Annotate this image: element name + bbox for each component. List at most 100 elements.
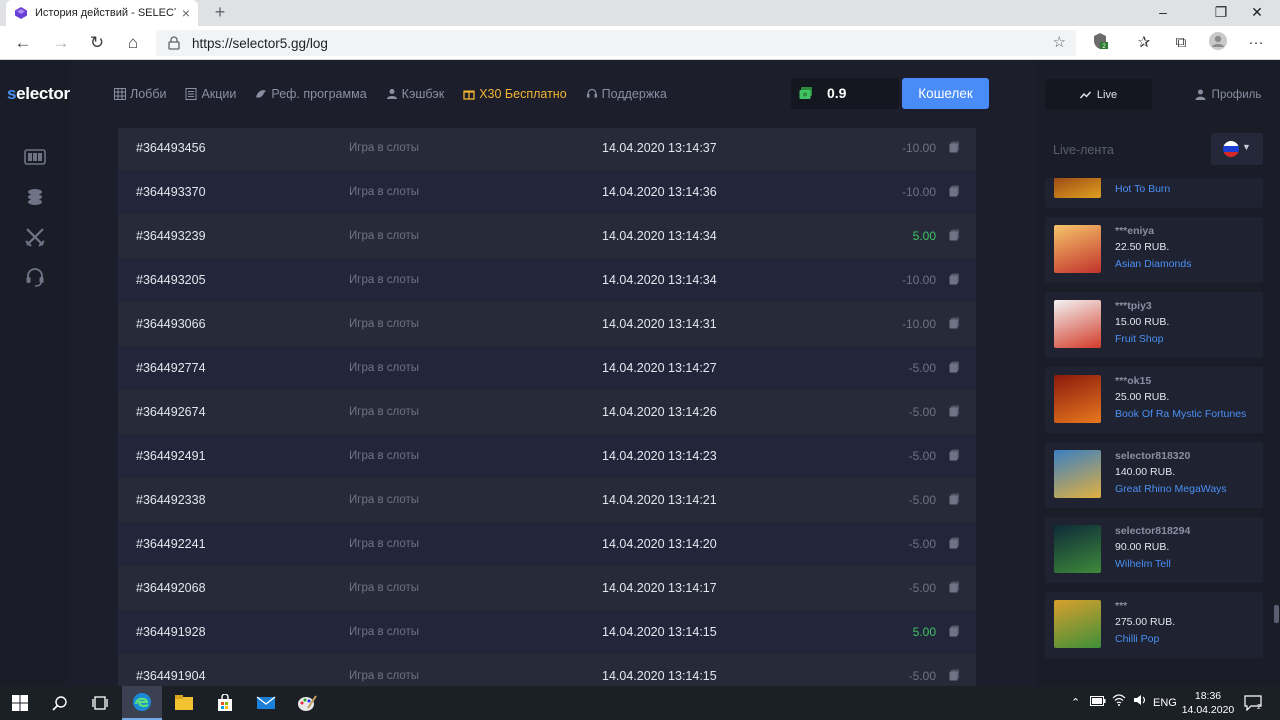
- lock-icon: [168, 36, 180, 50]
- operation-id: #364493205: [136, 273, 206, 287]
- fruit-shop-thumbnail[interactable]: [1054, 300, 1101, 348]
- live-feed-label: Live-лента: [1053, 143, 1114, 157]
- feed-item[interactable]: *** 275.00 RUB. Chilli Pop: [1045, 592, 1263, 658]
- feed-game-link[interactable]: Chilli Pop: [1115, 633, 1159, 645]
- nav-lobby[interactable]: Лобби: [114, 87, 166, 101]
- great-rhino-thumbnail[interactable]: [1054, 450, 1101, 498]
- minimize-icon[interactable]: –: [1140, 0, 1186, 26]
- paint-icon[interactable]: [287, 686, 327, 720]
- favorites-icon[interactable]: ✰: [1132, 32, 1156, 54]
- operation-type: Игра в слоты: [349, 142, 420, 154]
- swords-icon[interactable]: [24, 226, 46, 248]
- file-explorer-icon[interactable]: [164, 686, 204, 720]
- forward-icon[interactable]: →: [48, 31, 74, 55]
- more-menu-icon[interactable]: ···: [1244, 32, 1268, 54]
- operation-date: 14.04.2020 13:14:17: [602, 581, 717, 595]
- table-row: #364492491 Игра в слоты 14.04.2020 13:14:2…: [118, 434, 976, 478]
- browser-toolbar: ← → ↻ ⌂ https://selector5.gg/log ☆ 2 ✰ ⧉…: [0, 26, 1280, 60]
- battery-icon[interactable]: [1090, 686, 1106, 720]
- feed-item[interactable]: ***eniya 22.50 RUB. Asian Diamonds: [1045, 217, 1263, 283]
- feed-item[interactable]: ***ok15 25.00 RUB. Book Of Ra Mystic Fortu…: [1045, 367, 1263, 433]
- table-row: #364492338 Игра в слоты 14.04.2020 13:14:2…: [118, 478, 976, 522]
- address-bar[interactable]: https://selector5.gg/log ☆: [156, 30, 1076, 56]
- close-tab-icon[interactable]: ×: [182, 5, 190, 21]
- feed-game-link[interactable]: Fruit Shop: [1115, 333, 1163, 345]
- nav-referral[interactable]: Реф. программа: [255, 87, 367, 101]
- volume-icon[interactable]: [1133, 686, 1147, 720]
- home-icon[interactable]: ⌂: [120, 31, 146, 55]
- feed-item[interactable]: selector818320 140.00 RUB. Great Rhino Meg…: [1045, 442, 1263, 508]
- collections-icon[interactable]: ⧉: [1169, 32, 1193, 54]
- table-row: #364491904 Игра в слоты 14.04.2020 13:14:1…: [118, 654, 976, 686]
- coins-icon[interactable]: [24, 186, 46, 208]
- clock-date: 14.04.2020: [1181, 704, 1235, 716]
- close-window-icon[interactable]: ✕: [1234, 0, 1280, 26]
- wifi-icon[interactable]: [1112, 686, 1126, 720]
- asian-diamonds-thumbnail[interactable]: [1054, 225, 1101, 273]
- slots-icon[interactable]: [24, 146, 46, 168]
- feed-game-link[interactable]: Wilhelm Tell: [1115, 558, 1171, 570]
- coin-stack-icon: [949, 581, 959, 593]
- operation-amount: 5.00: [912, 229, 936, 243]
- tray-chevron-up-icon[interactable]: ⌃: [1071, 686, 1080, 720]
- money-icon: [799, 87, 812, 99]
- back-icon[interactable]: ←: [10, 31, 36, 55]
- hot-to-burn-thumbnail[interactable]: [1054, 178, 1101, 198]
- store-icon[interactable]: [205, 686, 245, 720]
- operation-type: Игра в слоты: [349, 670, 420, 682]
- operation-type: Игра в слоты: [349, 582, 420, 594]
- coin-stack-icon: [949, 141, 959, 153]
- operation-amount: -10.00: [901, 185, 936, 199]
- operation-id: #364493066: [136, 317, 206, 331]
- feed-item[interactable]: selector818294 90.00 RUB. Wilhelm Tell: [1045, 517, 1263, 583]
- feed-item[interactable]: ***tpiy3 15.00 RUB. Fruit Shop: [1045, 292, 1263, 358]
- feed-item[interactable]: 40.00 RUB.Hot To Burn: [1045, 178, 1263, 208]
- operation-amount: -5.00: [908, 669, 936, 683]
- coin-stack-icon: [949, 493, 959, 505]
- start-windows-icon[interactable]: [0, 686, 40, 720]
- operation-date: 14.04.2020 13:14:15: [602, 669, 717, 683]
- new-tab-icon[interactable]: +: [210, 2, 230, 23]
- nav-promotions[interactable]: Акции: [185, 87, 236, 101]
- extension-icon[interactable]: 2: [1088, 32, 1112, 54]
- feed-game-link[interactable]: Great Rhino MegaWays: [1115, 483, 1227, 495]
- refresh-icon[interactable]: ↻: [84, 31, 110, 55]
- nav-support[interactable]: Поддержка: [586, 87, 667, 101]
- operation-date: 14.04.2020 13:14:36: [602, 185, 717, 199]
- input-language[interactable]: ENG: [1153, 686, 1177, 720]
- nav-x30-free[interactable]: X30 Бесплатно: [463, 87, 567, 101]
- operation-type: Игра в слоты: [349, 318, 420, 330]
- feed-game-link[interactable]: Book Of Ra Mystic Fortunes: [1115, 408, 1246, 420]
- operation-amount: -10.00: [901, 141, 936, 155]
- support-headset-icon[interactable]: [24, 266, 46, 288]
- edge-browser-icon[interactable]: [122, 686, 162, 720]
- search-icon[interactable]: [40, 686, 80, 720]
- taskbar-clock[interactable]: 18:36 14.04.2020: [1176, 689, 1240, 717]
- coin-stack-icon: [949, 273, 959, 285]
- book-of-ra-thumbnail[interactable]: [1054, 375, 1101, 423]
- operation-type: Игра в слоты: [349, 362, 420, 374]
- notifications-icon[interactable]: 2: [1244, 686, 1264, 720]
- table-row: #364492774 Игра в слоты 14.04.2020 13:14:2…: [118, 346, 976, 390]
- wallet-button[interactable]: Кошелек: [902, 78, 989, 109]
- profile-avatar[interactable]: [1206, 32, 1230, 54]
- browser-tab[interactable]: История действий - SELECTOR.GG ×: [6, 0, 198, 26]
- nav-cashback[interactable]: Кэшбэк: [386, 87, 444, 101]
- tab-title: История действий - SELECTOR.GG: [35, 7, 176, 19]
- feed-game-link[interactable]: Hot To Burn: [1115, 183, 1170, 195]
- feed-user: selector818320: [1115, 450, 1191, 462]
- feed-game-link[interactable]: Asian Diamonds: [1115, 258, 1191, 270]
- language-selector[interactable]: ▼: [1211, 133, 1263, 165]
- live-button[interactable]: Live: [1045, 79, 1152, 110]
- table-row: #364493456 Игра в слоты 14.04.2020 13:14:3…: [118, 128, 976, 170]
- operation-date: 14.04.2020 13:14:21: [602, 493, 717, 507]
- task-view-icon[interactable]: [80, 686, 120, 720]
- profile-button[interactable]: Профиль: [1183, 79, 1273, 110]
- operation-type: Игра в слоты: [349, 406, 420, 418]
- favorite-star-icon[interactable]: ☆: [1053, 33, 1066, 51]
- wilhelm-tell-thumbnail[interactable]: [1054, 525, 1101, 573]
- chilli-pop-thumbnail[interactable]: [1054, 600, 1101, 648]
- page-scrollbar[interactable]: [1274, 605, 1279, 623]
- site-logo[interactable]: selector: [7, 84, 70, 104]
- mail-icon[interactable]: [246, 686, 286, 720]
